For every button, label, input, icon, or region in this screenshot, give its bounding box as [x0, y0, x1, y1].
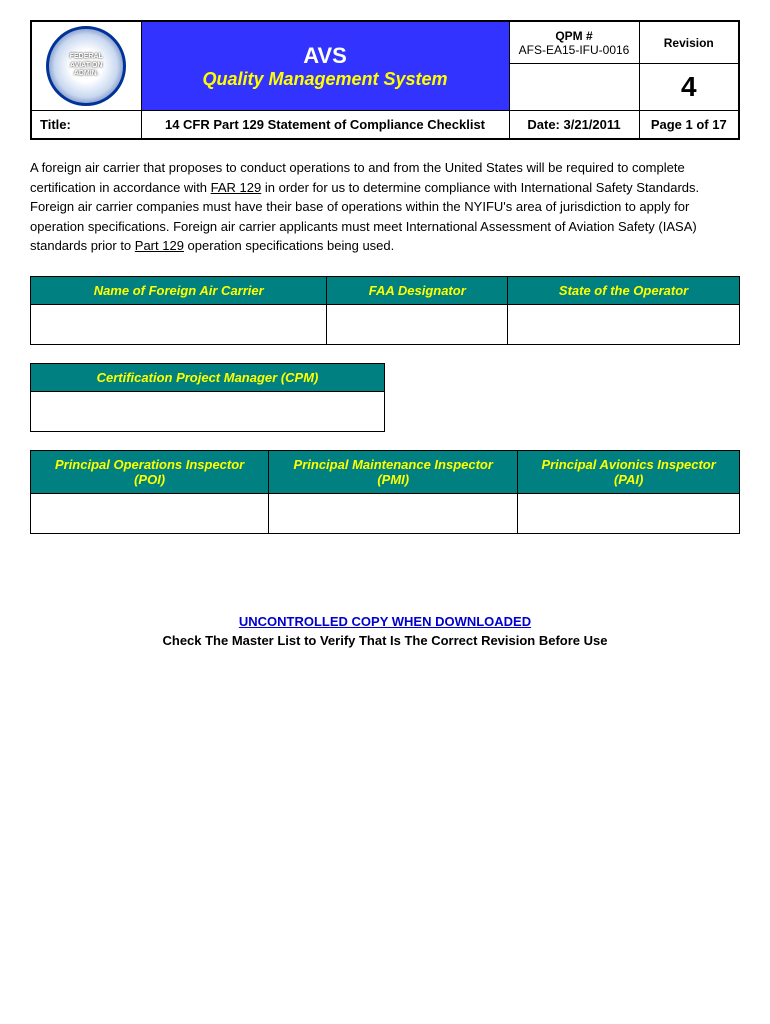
col1-header: Name of Foreign Air Carrier	[31, 276, 327, 304]
far129-link1: FAR 129	[211, 180, 262, 195]
revision-number: 4	[681, 71, 697, 102]
title-value: 14 CFR Part 129 Statement of Compliance …	[141, 111, 509, 140]
cpm-table: Certification Project Manager (CPM)	[30, 363, 385, 432]
revision-number-cell: 4	[639, 64, 739, 111]
footer-controlled-text: UNCONTROLLED COPY WHEN DOWNLOADED	[30, 614, 740, 629]
date-cell: Date: 3/21/2011	[509, 111, 639, 140]
col2-data	[327, 304, 508, 344]
title-cell: AVS Quality Management System	[141, 21, 509, 111]
col3-data	[508, 304, 740, 344]
pai-header: Principal Avionics Inspector (PAI)	[518, 450, 740, 493]
body-text: A foreign air carrier that proposes to c…	[30, 158, 740, 256]
revision-label: Revision	[664, 36, 714, 50]
pmi-data	[269, 493, 518, 533]
revision-label-cell: Revision	[639, 21, 739, 64]
title-label-text: Title:	[40, 117, 71, 132]
pai-data	[518, 493, 740, 533]
pmi-header-text: Principal Maintenance Inspector (PMI)	[294, 457, 493, 487]
cpm-data	[31, 391, 385, 431]
date-text: Date: 3/21/2011	[527, 117, 620, 132]
pmi-header: Principal Maintenance Inspector (PMI)	[269, 450, 518, 493]
poi-data	[31, 493, 269, 533]
header-table: FEDERALAVIATIONADMIN. AVS Quality Manage…	[30, 20, 740, 140]
page-cell: Page 1 of 17	[639, 111, 739, 140]
qpm-label: QPM #	[555, 29, 592, 43]
col3-header: State of the Operator	[508, 276, 740, 304]
footer-check-text: Check The Master List to Verify That Is …	[30, 633, 740, 648]
logo-cell: FEDERALAVIATIONADMIN.	[31, 21, 141, 111]
page-text: Page 1 of 17	[651, 117, 727, 132]
col2-header: FAA Designator	[327, 276, 508, 304]
col1-data	[31, 304, 327, 344]
qpm-label-cell: QPM # AFS-EA15-IFU-0016	[509, 21, 639, 64]
qpm-number-cell	[509, 64, 639, 111]
part129-link: Part 129	[135, 238, 184, 253]
poi-header: Principal Operations Inspector (POI)	[31, 450, 269, 493]
avs-title: AVS	[150, 43, 501, 69]
footer: UNCONTROLLED COPY WHEN DOWNLOADED Check …	[30, 614, 740, 668]
qms-title: Quality Management System	[150, 69, 501, 90]
cpm-header: Certification Project Manager (CPM)	[31, 363, 385, 391]
faa-logo: FEDERALAVIATIONADMIN.	[46, 26, 126, 106]
title-value-text: 14 CFR Part 129 Statement of Compliance …	[165, 117, 485, 132]
inspectors-table: Principal Operations Inspector (POI) Pri…	[30, 450, 740, 534]
qpm-number: AFS-EA15-IFU-0016	[519, 43, 630, 57]
logo-text: FEDERALAVIATIONADMIN.	[70, 53, 103, 78]
foreign-carrier-table: Name of Foreign Air Carrier FAA Designat…	[30, 276, 740, 345]
title-label: Title:	[31, 111, 141, 140]
